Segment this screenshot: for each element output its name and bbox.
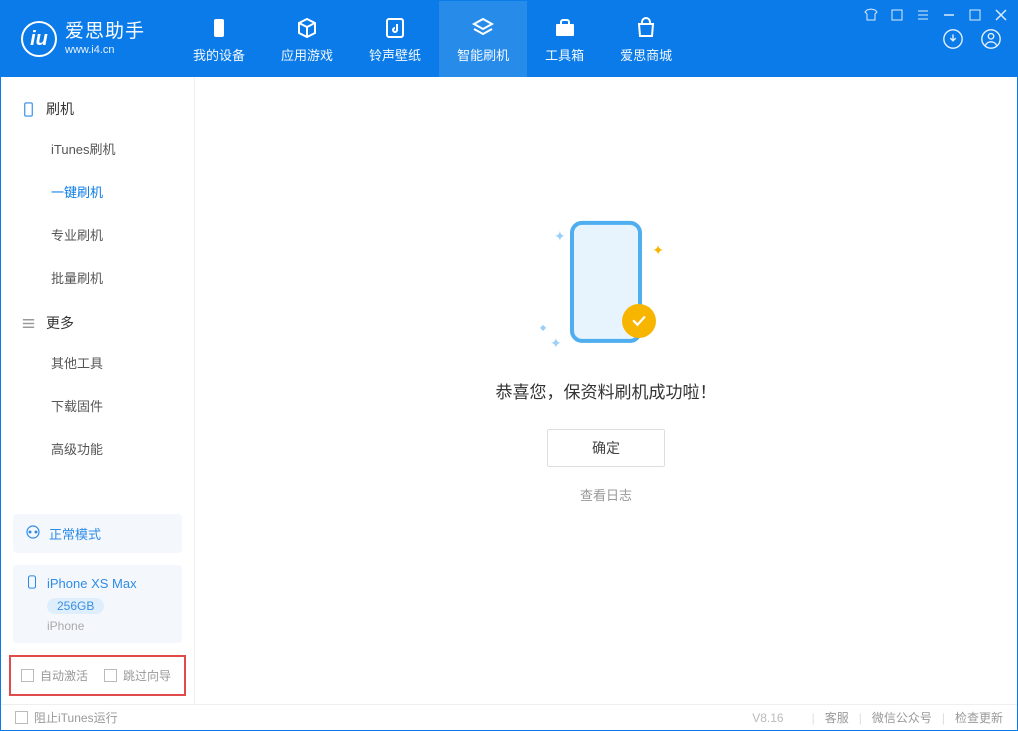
wechat-link[interactable]: 微信公众号 <box>872 709 932 726</box>
footer: 阻止iTunes运行 V8.16 | 客服 | 微信公众号 | 检查更新 <box>1 704 1017 730</box>
success-illustration: ✦ ✦ ◆ ✦ <box>536 218 676 358</box>
device-type: iPhone <box>47 619 170 633</box>
refresh-icon <box>470 15 496 41</box>
logo-icon: iu <box>21 21 57 57</box>
checkbox-prevent-itunes[interactable]: 阻止iTunes运行 <box>15 709 118 726</box>
sparkle-icon: ✦ <box>652 242 664 259</box>
device-capacity: 256GB <box>47 598 104 614</box>
lock-icon[interactable] <box>889 7 905 23</box>
tab-my-device[interactable]: 我的设备 <box>175 1 263 77</box>
main-content: ✦ ✦ ◆ ✦ 恭喜您，保资料刷机成功啦！ 确定 查看日志 <box>195 77 1017 704</box>
body: 刷机 iTunes刷机 一键刷机 专业刷机 批量刷机 更多 其他工具 下载固件 … <box>1 77 1017 704</box>
shop-icon <box>633 15 659 41</box>
sidebar-item-other-tools[interactable]: 其他工具 <box>1 341 194 384</box>
sidebar-item-download-firmware[interactable]: 下载固件 <box>1 384 194 427</box>
tab-shop[interactable]: 爱思商城 <box>602 1 690 77</box>
sidebar-section-flash: 刷机 <box>1 85 194 127</box>
section-label: 刷机 <box>46 99 74 119</box>
user-icon[interactable] <box>979 27 1003 51</box>
nav-tabs: 我的设备 应用游戏 铃声壁纸 智能刷机 工具箱 爱思商城 <box>175 1 927 77</box>
sidebar-item-batch-flash[interactable]: 批量刷机 <box>1 256 194 299</box>
check-update-link[interactable]: 检查更新 <box>955 709 1003 726</box>
maximize-icon[interactable] <box>967 7 983 23</box>
logo: iu 爱思助手 www.i4.cn <box>1 1 165 77</box>
view-log-link[interactable]: 查看日志 <box>580 485 632 504</box>
ok-button[interactable]: 确定 <box>547 429 665 467</box>
tab-label: 我的设备 <box>193 45 245 64</box>
version-label: V8.16 <box>752 711 783 725</box>
support-link[interactable]: 客服 <box>825 709 849 726</box>
window-controls <box>863 7 1009 23</box>
checkmark-badge-icon <box>622 304 656 338</box>
sidebar-item-advanced[interactable]: 高级功能 <box>1 427 194 470</box>
sync-icon <box>25 524 41 543</box>
sparkle-icon: ✦ <box>550 335 562 352</box>
tab-flash[interactable]: 智能刷机 <box>439 1 527 77</box>
checkbox-icon <box>104 669 117 682</box>
device-name: iPhone XS Max <box>47 576 137 591</box>
options-row: 自动激活 跳过向导 <box>9 655 186 696</box>
success-message: 恭喜您，保资料刷机成功啦！ <box>496 378 717 403</box>
sidebar-section-more: 更多 <box>1 299 194 341</box>
app-subtitle: www.i4.cn <box>65 44 145 57</box>
checkbox-label: 跳过向导 <box>123 667 171 684</box>
device-mode-box[interactable]: 正常模式 <box>13 514 182 553</box>
cube-icon <box>294 15 320 41</box>
device-icon <box>206 15 232 41</box>
music-icon <box>382 15 408 41</box>
shirt-icon[interactable] <box>863 7 879 23</box>
device-info-box[interactable]: iPhone XS Max 256GB iPhone <box>13 565 182 643</box>
tab-label: 工具箱 <box>545 45 584 64</box>
list-icon <box>21 316 36 331</box>
checkbox-auto-activate[interactable]: 自动激活 <box>21 667 88 684</box>
toolbox-icon <box>552 15 578 41</box>
header: iu 爱思助手 www.i4.cn 我的设备 应用游戏 铃声壁纸 智能刷机 工具… <box>1 1 1017 77</box>
sidebar-item-pro-flash[interactable]: 专业刷机 <box>1 213 194 256</box>
sidebar-item-itunes-flash[interactable]: iTunes刷机 <box>1 127 194 170</box>
checkbox-label: 阻止iTunes运行 <box>34 709 118 726</box>
checkbox-icon <box>21 669 34 682</box>
download-icon[interactable] <box>941 27 965 51</box>
close-icon[interactable] <box>993 7 1009 23</box>
tab-label: 爱思商城 <box>620 45 672 64</box>
minimize-icon[interactable] <box>941 7 957 23</box>
app-title: 爱思助手 <box>65 21 145 44</box>
tab-label: 铃声壁纸 <box>369 45 421 64</box>
sidebar: 刷机 iTunes刷机 一键刷机 专业刷机 批量刷机 更多 其他工具 下载固件 … <box>1 77 195 704</box>
phone-icon <box>21 102 36 117</box>
tab-toolbox[interactable]: 工具箱 <box>527 1 602 77</box>
mode-label: 正常模式 <box>49 524 101 543</box>
checkbox-skip-wizard[interactable]: 跳过向导 <box>104 667 171 684</box>
checkbox-label: 自动激活 <box>40 667 88 684</box>
tab-apps[interactable]: 应用游戏 <box>263 1 351 77</box>
device-small-icon <box>25 575 39 592</box>
menu-icon[interactable] <box>915 7 931 23</box>
sparkle-icon: ◆ <box>540 323 546 332</box>
sparkle-icon: ✦ <box>554 228 566 245</box>
tab-label: 应用游戏 <box>281 45 333 64</box>
checkbox-icon <box>15 711 28 724</box>
sidebar-item-oneclick-flash[interactable]: 一键刷机 <box>1 170 194 213</box>
tab-label: 智能刷机 <box>457 45 509 64</box>
tab-ringtones[interactable]: 铃声壁纸 <box>351 1 439 77</box>
section-label: 更多 <box>46 313 74 333</box>
